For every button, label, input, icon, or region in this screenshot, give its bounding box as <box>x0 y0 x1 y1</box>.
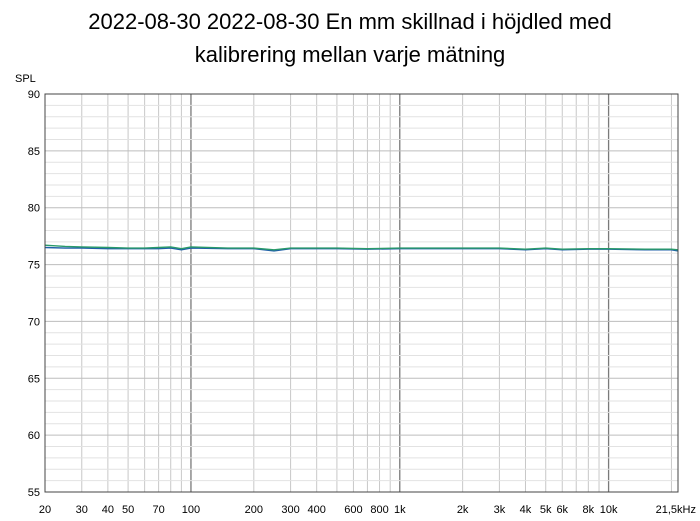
x-tick-label: 800 <box>370 504 388 516</box>
x-tick-label: 300 <box>281 504 299 516</box>
x-tick-label: 8k <box>583 504 595 516</box>
y-tick-label: 90 <box>28 89 40 101</box>
x-tick-label: 50 <box>122 504 134 516</box>
y-tick-label: 65 <box>28 373 40 385</box>
x-tick-label: 20 <box>39 504 51 516</box>
y-tick-label: 80 <box>28 203 40 215</box>
x-tick-label: 5k <box>540 504 552 516</box>
x-tick-label: 4k <box>520 504 532 516</box>
x-tick-label: 2k <box>457 504 469 516</box>
x-tick-label: 1k <box>394 504 406 516</box>
y-tick-label: 75 <box>28 260 40 272</box>
x-tick-label: 70 <box>152 504 164 516</box>
y-tick-label: 85 <box>28 146 40 158</box>
frequency-response-chart: 90 85 80 75 70 65 60 55 20 30 40 50 70 100 200 300 400 6… <box>28 89 696 516</box>
x-tick-label: 600 <box>344 504 362 516</box>
x-tick-label: 100 <box>182 504 200 516</box>
x-tick-label: 40 <box>102 504 114 516</box>
y-tick-label: 70 <box>28 316 40 328</box>
x-tick-label: 21,5kHz <box>656 504 696 516</box>
plot-area <box>45 94 678 492</box>
x-tick-label: 400 <box>307 504 325 516</box>
x-tick-label: 6k <box>556 504 568 516</box>
y-tick-label: 55 <box>28 487 40 499</box>
x-tick-label: 10k <box>600 504 618 516</box>
y-tick-labels: 90 85 80 75 70 65 60 55 <box>28 89 40 499</box>
x-tick-label: 200 <box>245 504 263 516</box>
x-tick-label: 3k <box>494 504 506 516</box>
y-tick-label: 60 <box>28 430 40 442</box>
x-tick-labels: 20 30 40 50 70 100 200 300 400 600 800 1k 2k 3k 4k 5k 6k… <box>39 504 696 516</box>
x-tick-label: 30 <box>76 504 88 516</box>
